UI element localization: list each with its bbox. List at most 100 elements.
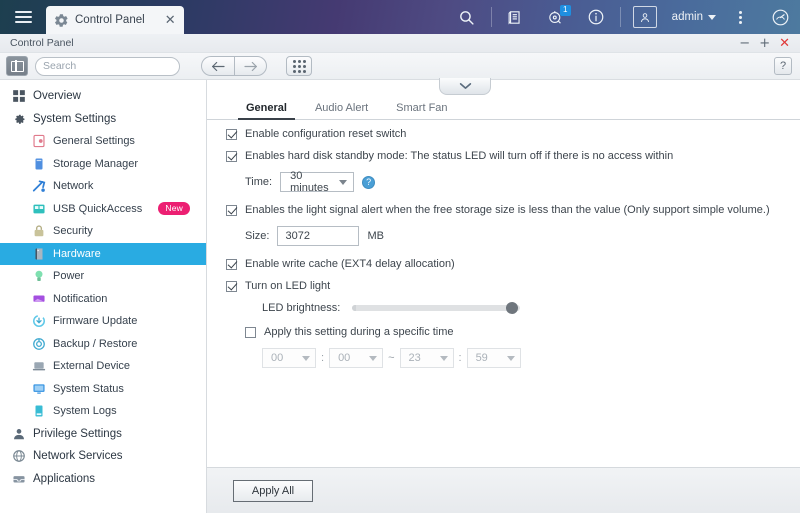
- lock-icon: [34, 225, 44, 237]
- sidebar-item-network-services[interactable]: Network Services: [0, 445, 206, 468]
- backup-icon[interactable]: [496, 0, 536, 34]
- sidebar-item-label: Overview: [33, 90, 81, 103]
- end-minute-dropdown[interactable]: 59: [466, 348, 521, 368]
- sidebar-item-hardware[interactable]: Hardware: [0, 242, 206, 265]
- notification-icon[interactable]: 1: [536, 0, 576, 34]
- info-icon[interactable]: [576, 0, 616, 34]
- checkbox-led-light[interactable]: [226, 281, 237, 292]
- led-brightness-row: LED brightness:: [262, 302, 800, 314]
- sidebar-item-applications[interactable]: Applications: [0, 468, 206, 491]
- app-tab-label: Control Panel: [75, 14, 145, 26]
- slider-handle[interactable]: [505, 302, 518, 314]
- sidebar-item-external-device[interactable]: External Device: [0, 355, 206, 378]
- notification-count-badge: 1: [559, 5, 571, 16]
- sidebar-nav: Overview System Settings General Settings S…: [0, 80, 206, 490]
- maximize-button[interactable]: +: [759, 37, 770, 50]
- dashboard-gauge-icon[interactable]: [760, 0, 800, 34]
- checkbox-light-signal[interactable]: [226, 205, 237, 216]
- chevron-down-icon: [506, 355, 515, 361]
- privilege-icon: [14, 428, 24, 439]
- option-specific-time[interactable]: Apply this setting during a specific tim…: [245, 326, 800, 339]
- forward-button[interactable]: [234, 56, 267, 76]
- tab-general[interactable]: General: [232, 102, 301, 120]
- light-signal-size-row: Size: MB: [245, 226, 800, 246]
- start-hour-dropdown[interactable]: 00: [262, 348, 316, 368]
- sidebar-item-label: Hardware: [53, 247, 101, 260]
- sidebar-item-label: System Status: [53, 382, 124, 395]
- user-avatar-icon: [632, 6, 657, 28]
- sidebar-item-overview[interactable]: Overview: [0, 85, 206, 108]
- end-hour-dropdown[interactable]: 23: [399, 348, 454, 368]
- user-avatar[interactable]: [625, 0, 665, 34]
- usb-icon: [33, 204, 45, 214]
- tab-smart-fan[interactable]: Smart Fan: [382, 102, 461, 119]
- sidebar-item-system-status[interactable]: System Status: [0, 378, 206, 401]
- hamburger-menu-icon[interactable]: [0, 0, 46, 34]
- sidebar-item-notification[interactable]: Notification: [0, 288, 206, 311]
- notification-icon: [33, 295, 45, 302]
- sidebar-item-system-settings[interactable]: System Settings: [0, 108, 206, 131]
- sidebar-item-backup-restore[interactable]: Backup / Restore: [0, 333, 206, 356]
- led-brightness-slider[interactable]: [352, 302, 521, 314]
- top-header-bar: Control Panel ✕ 1 admin: [0, 0, 800, 34]
- checkbox-write-cache[interactable]: [226, 259, 237, 270]
- sidebar-item-usb-quickaccess[interactable]: USB QuickAccess New: [0, 198, 206, 221]
- sidebar: Overview System Settings General Settings S…: [0, 80, 207, 513]
- search-icon[interactable]: [447, 0, 487, 34]
- backup-restore-icon: [33, 337, 45, 350]
- start-minute-value: 00: [338, 352, 351, 364]
- option-led-light[interactable]: Turn on LED light: [226, 280, 800, 293]
- help-button[interactable]: ?: [774, 57, 792, 75]
- sidebar-item-power[interactable]: Power: [0, 265, 206, 288]
- start-hour-value: 00: [271, 352, 284, 364]
- checkbox-reset-switch[interactable]: [226, 129, 237, 140]
- size-input[interactable]: [277, 226, 360, 246]
- time-dropdown[interactable]: 30 minutes: [280, 170, 355, 194]
- kebab-menu-icon[interactable]: [720, 0, 760, 34]
- sidebar-item-label: Security: [53, 225, 93, 238]
- checkbox-specific-time[interactable]: [245, 327, 256, 338]
- search-box[interactable]: [35, 56, 180, 76]
- sidebar-item-label: Storage Manager: [53, 157, 138, 170]
- general-settings-icon: [33, 135, 45, 148]
- checkbox-hdd-standby[interactable]: [226, 151, 237, 162]
- sidebar-item-security[interactable]: Security: [0, 220, 206, 243]
- help-icon[interactable]: ?: [362, 175, 376, 189]
- chevron-down-icon: [339, 179, 348, 185]
- apply-all-button[interactable]: Apply All: [233, 479, 313, 502]
- sidebar-item-network[interactable]: Network: [0, 175, 206, 198]
- minimize-button[interactable]: −: [739, 37, 750, 50]
- sidebar-item-privilege-settings[interactable]: Privilege Settings: [0, 423, 206, 446]
- firmware-update-icon: [32, 315, 46, 328]
- navigation-buttons: [201, 56, 267, 76]
- option-hdd-standby[interactable]: Enables hard disk standby mode: The stat…: [226, 150, 800, 163]
- app-tab-control-panel[interactable]: Control Panel ✕: [46, 6, 184, 34]
- sidebar-item-general-settings[interactable]: General Settings: [0, 130, 206, 153]
- label-hdd-standby: Enables hard disk standby mode: The stat…: [245, 150, 674, 162]
- overview-icon: [13, 90, 25, 103]
- username-label: admin: [671, 11, 703, 23]
- sidebar-item-storage-manager[interactable]: Storage Manager: [0, 153, 206, 176]
- search-input[interactable]: [43, 60, 178, 72]
- sidebar-item-label: Firmware Update: [53, 315, 138, 328]
- time-dropdown-value: 30 minutes: [290, 170, 329, 194]
- option-write-cache[interactable]: Enable write cache (EXT4 delay allocatio…: [226, 258, 800, 271]
- close-window-button[interactable]: ✕: [779, 37, 790, 50]
- panel-toggle-icon[interactable]: [6, 56, 28, 76]
- sidebar-item-firmware-update[interactable]: Firmware Update: [0, 310, 206, 333]
- gear-icon: [15, 114, 25, 124]
- window-controls: − + ✕: [739, 37, 794, 50]
- sidebar-item-system-logs[interactable]: System Logs: [0, 400, 206, 423]
- sidebar-item-label: Notification: [53, 292, 108, 305]
- close-tab-icon[interactable]: ✕: [165, 14, 176, 27]
- option-reset-switch[interactable]: Enable configuration reset switch: [226, 128, 800, 141]
- start-minute-dropdown[interactable]: 00: [329, 348, 384, 368]
- option-light-signal[interactable]: Enables the light signal alert when the …: [226, 204, 800, 217]
- collapse-panel-button[interactable]: [439, 78, 491, 95]
- user-menu[interactable]: admin: [672, 11, 720, 23]
- window-title-bar: Control Panel − + ✕: [0, 34, 800, 53]
- sidebar-item-label: Power: [53, 270, 85, 283]
- app-grid-icon[interactable]: [286, 56, 312, 76]
- tab-audio-alert[interactable]: Audio Alert: [301, 102, 382, 119]
- back-button[interactable]: [201, 56, 234, 76]
